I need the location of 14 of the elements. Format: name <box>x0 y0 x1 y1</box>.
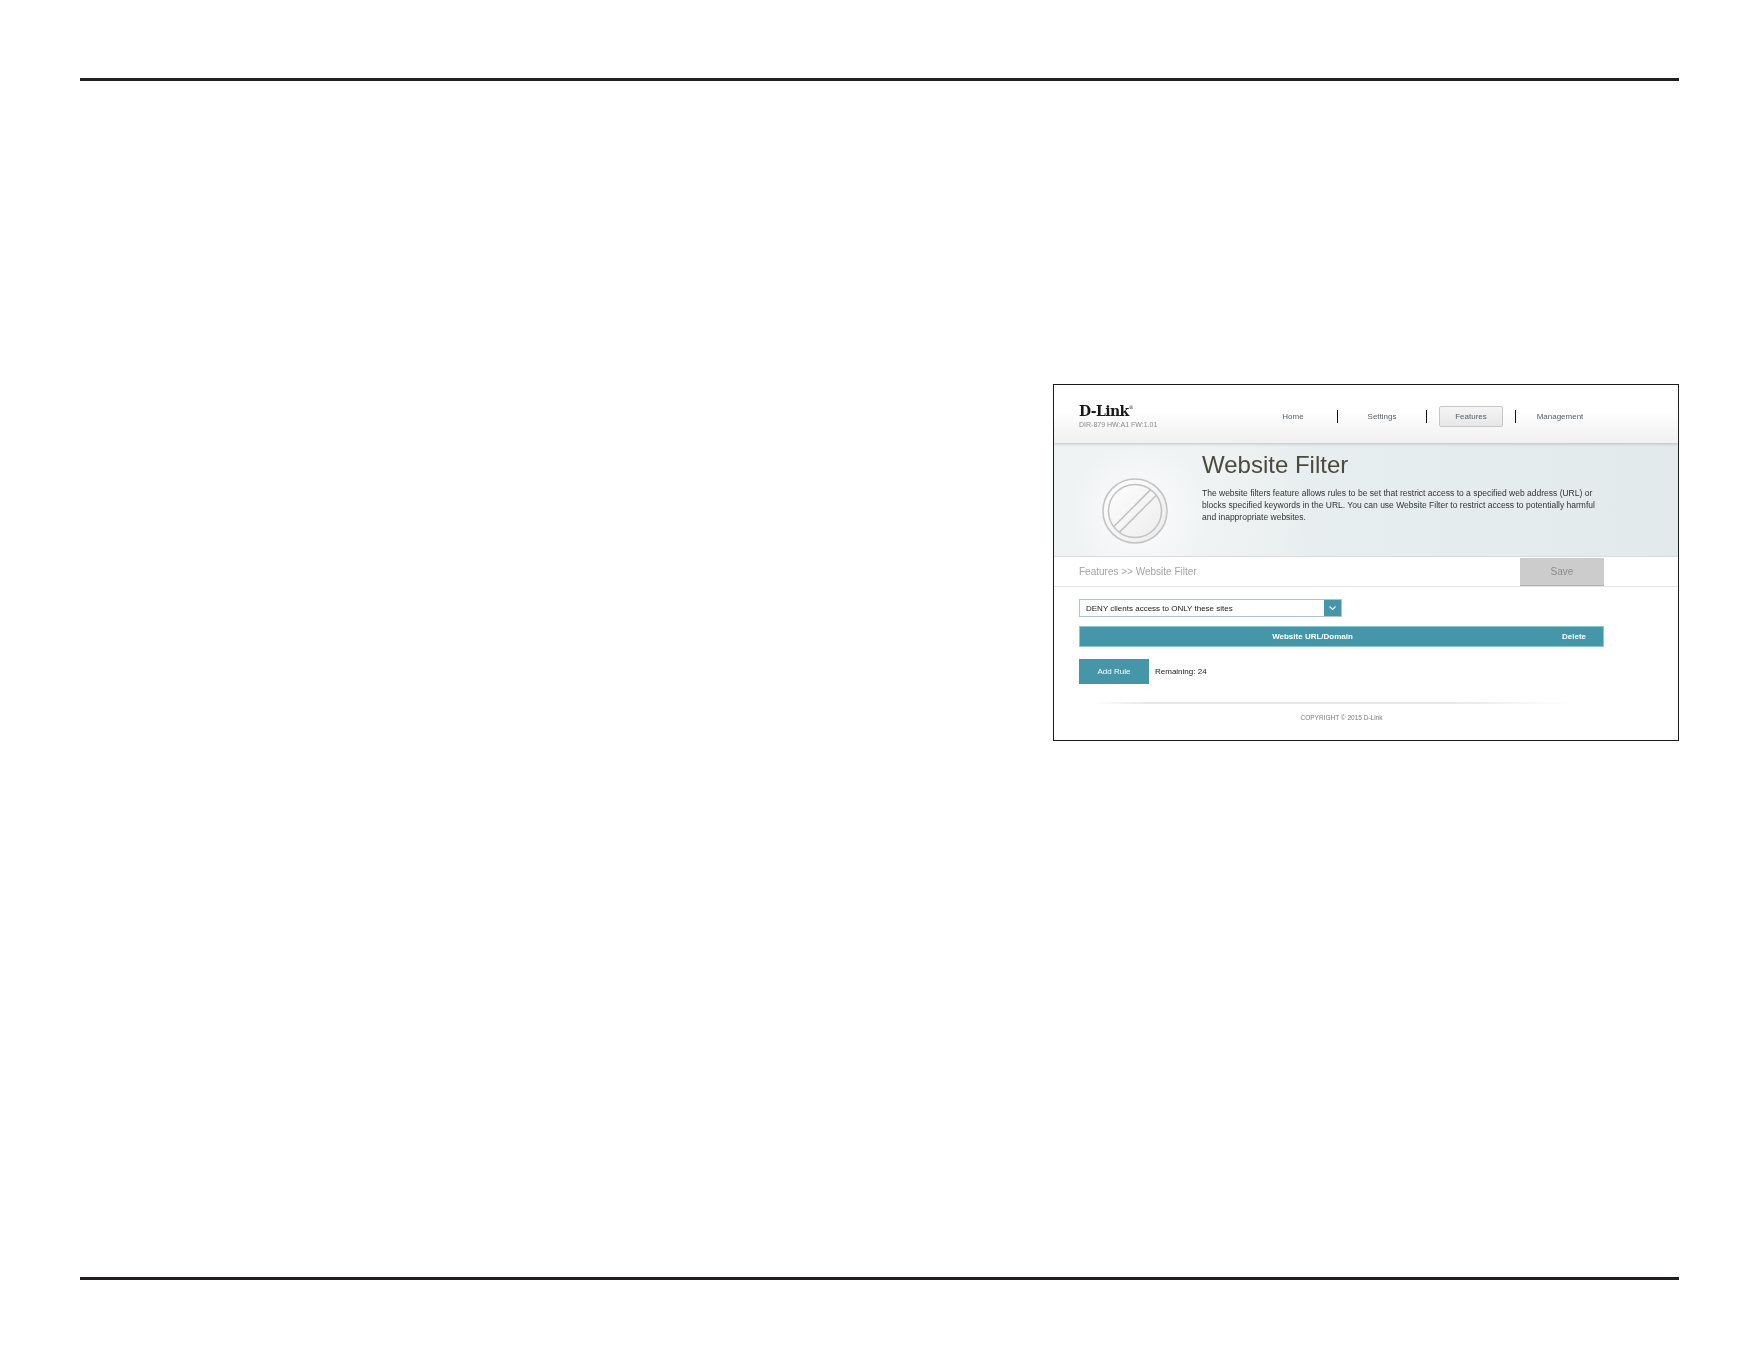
filter-mode-select[interactable]: DENY clients access to ONLY these sites <box>1079 599 1342 617</box>
brand-logo: D-Link$^{®}$ <box>1079 404 1134 419</box>
breadcrumb: Features >> Website Filter <box>1079 566 1197 577</box>
column-header: Website URL/Domain <box>1272 632 1353 641</box>
nav-tab[interactable]: Settings <box>1367 411 1397 422</box>
chevron-down-icon[interactable] <box>1324 600 1341 616</box>
page-title: Website Filter <box>1202 451 1350 479</box>
nav-tab[interactable]: Features <box>1439 406 1503 427</box>
remaining-count: Remaining: 24 <box>1155 667 1207 676</box>
nav-tab[interactable]: Management <box>1536 411 1584 422</box>
nav-tab[interactable]: Home <box>1282 411 1304 422</box>
prohibition-sign-icon <box>1102 478 1168 544</box>
page-description: The website filters feature allows rules to be set that restrict access to a specified web address (URL) or blocks specified keywords in the URL. You can use Website Filter to restrict access to potentially harmful and inappropriate websites. <box>1202 487 1595 523</box>
column-header: Delete <box>1562 632 1586 641</box>
